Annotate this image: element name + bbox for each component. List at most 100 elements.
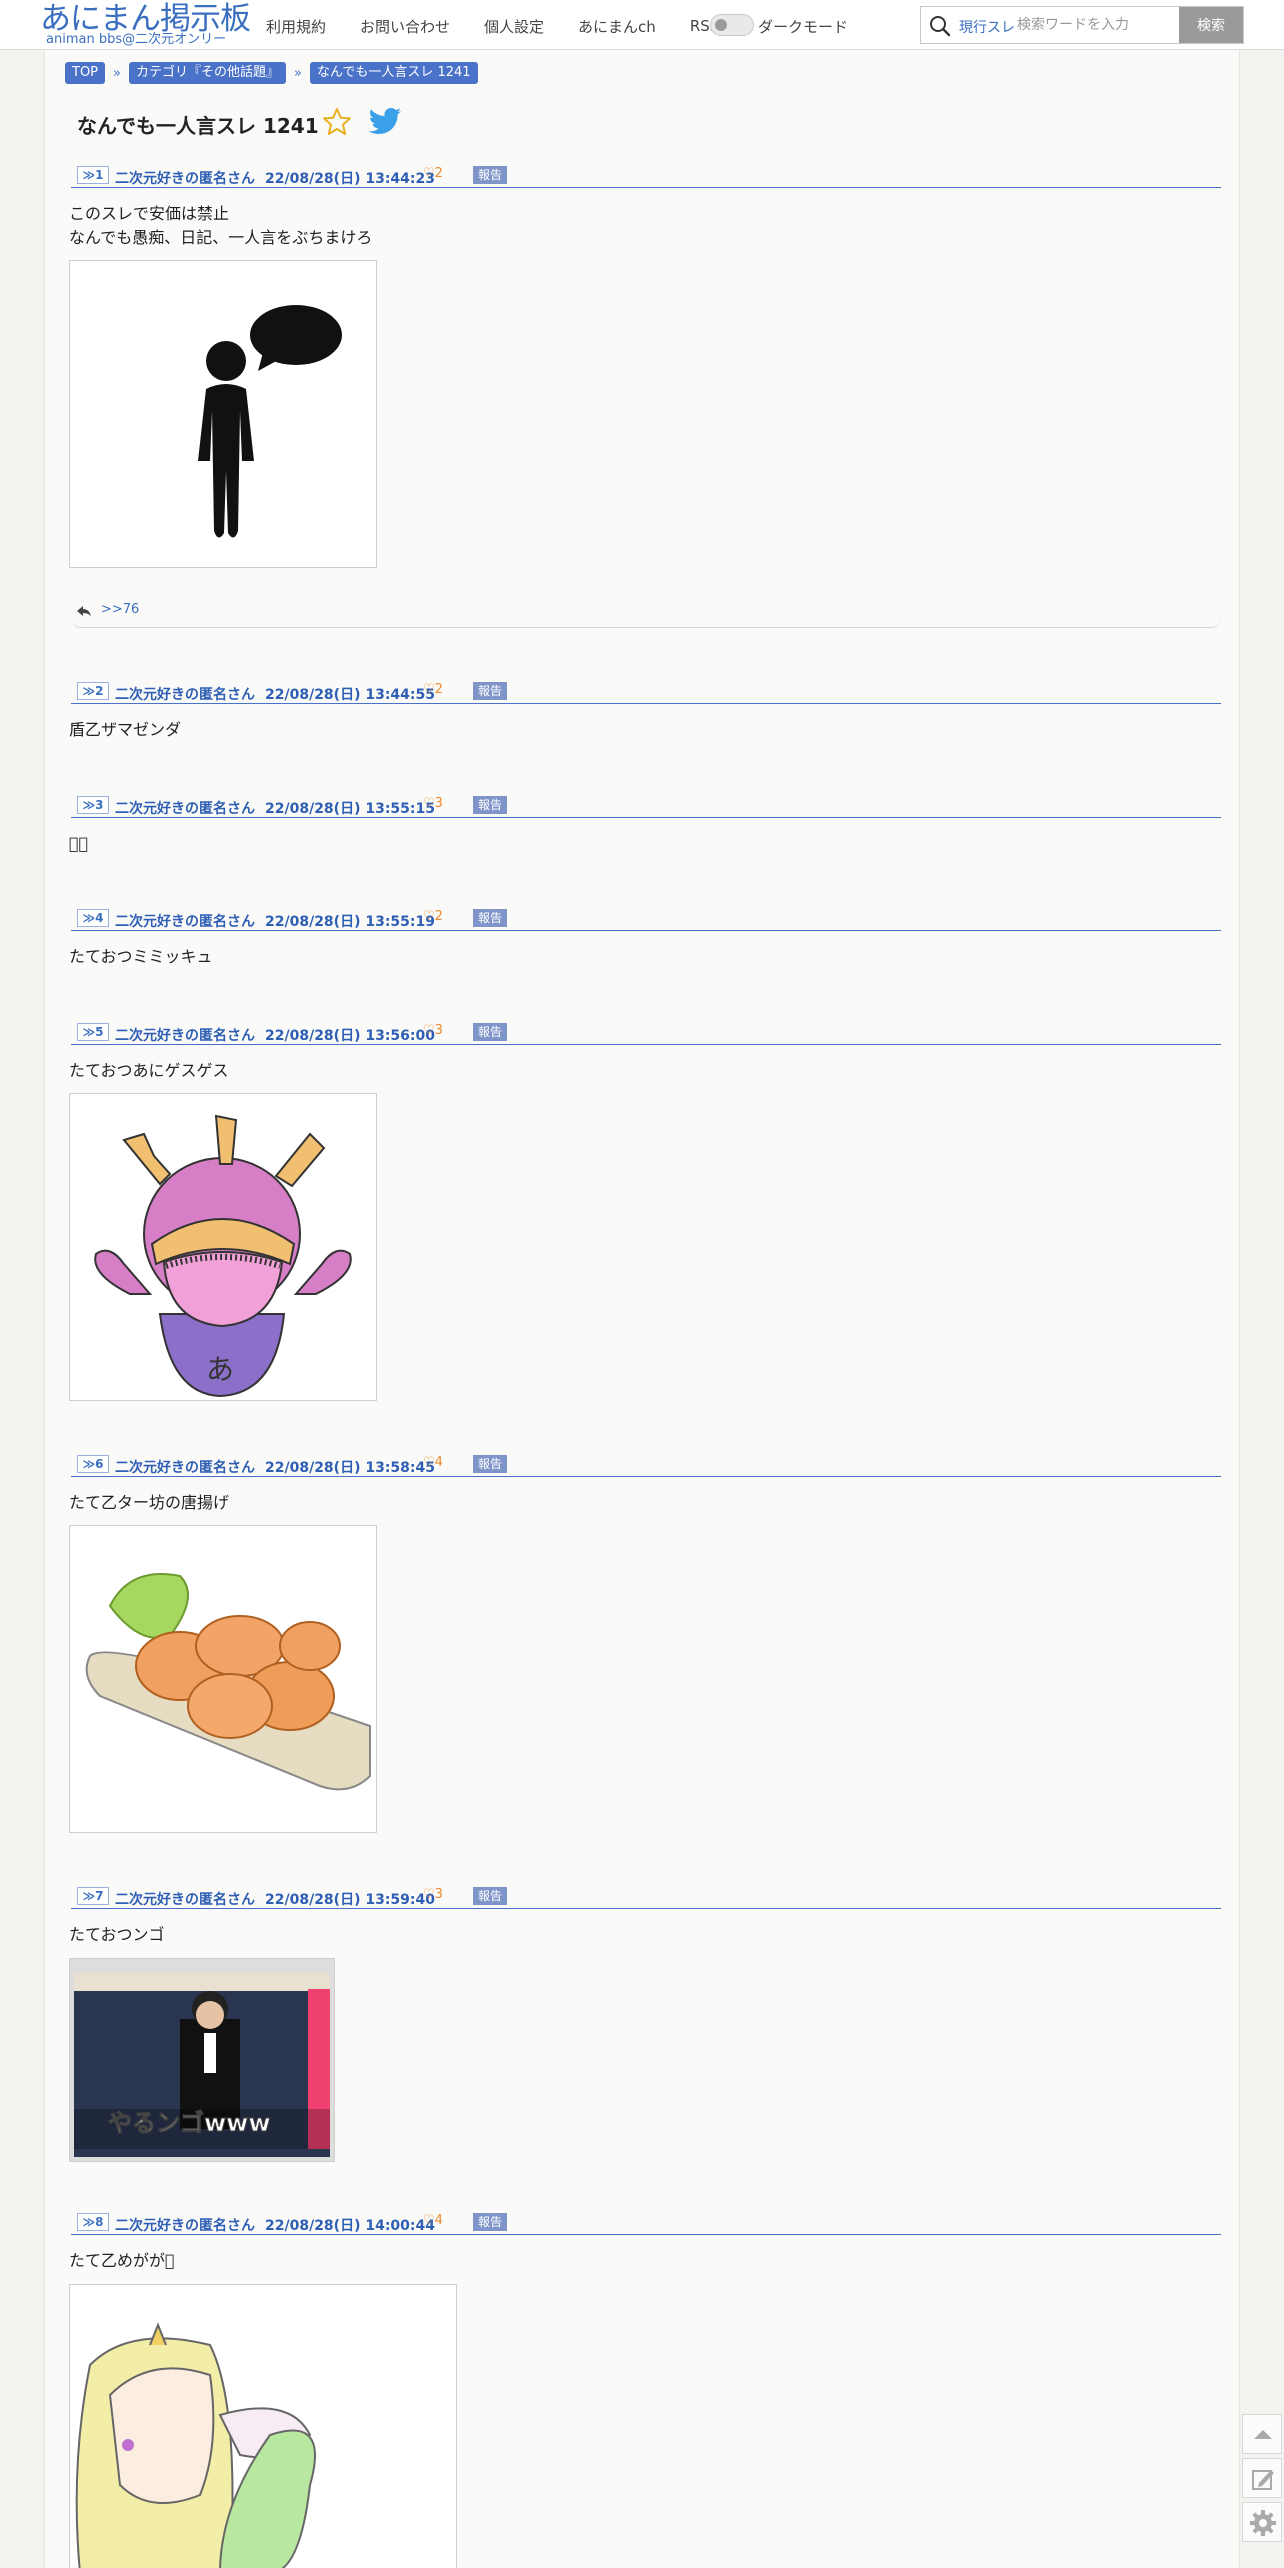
post-number[interactable]: ≫1: [77, 166, 109, 184]
like-count: 4: [434, 1455, 443, 1470]
girl-image: [70, 2285, 456, 2568]
reply-bar: >>76: [71, 598, 1221, 628]
search-icon: [930, 16, 951, 37]
poster-name: 二次元好きの匿名さん: [115, 171, 255, 187]
post-body: たて乙めがが􀀀: [69, 2251, 175, 2270]
poster-name: 二次元好きの匿名さん: [115, 687, 255, 703]
post-body: たておつあにゲスゲス: [69, 1061, 229, 1080]
breadcrumb-thread[interactable]: なんでも一人言スレ 1241: [309, 62, 478, 84]
post-number[interactable]: ≫5: [77, 1023, 109, 1041]
breadcrumb-separator: »: [113, 65, 121, 81]
poster-name: 二次元好きの匿名さん: [115, 1892, 255, 1908]
dark-mode-label: ダークモード: [758, 18, 849, 36]
like-count: 2: [434, 682, 443, 697]
arrow-up-icon: [1254, 2430, 1272, 2439]
reply-link[interactable]: >>76: [101, 602, 139, 617]
report-button[interactable]: 報告: [473, 682, 507, 700]
like-button[interactable]: ♡3: [423, 1023, 443, 1038]
like-button[interactable]: ♡2: [423, 166, 443, 181]
post-header: ≫2 二次元好きの匿名さん 22/08/28(日) 13:44:55 ♡2 報告: [71, 680, 1221, 704]
nav-contact[interactable]: お問い合わせ: [360, 16, 450, 37]
twitter-icon[interactable]: [367, 106, 403, 138]
monster-image: あ: [70, 1094, 376, 1400]
report-button[interactable]: 報告: [473, 796, 507, 814]
post-number[interactable]: ≫4: [77, 909, 109, 927]
post-header: ≫4 二次元好きの匿名さん 22/08/28(日) 13:55:19 ♡2 報告: [71, 907, 1221, 931]
post-number[interactable]: ≫6: [77, 1455, 109, 1473]
nav-animanch[interactable]: あにまんch: [578, 16, 656, 37]
post-header: ≫3 二次元好きの匿名さん 22/08/28(日) 13:55:15 ♡3 報告: [71, 794, 1221, 818]
star-icon[interactable]: [321, 106, 353, 138]
like-count: 3: [434, 796, 443, 811]
like-button[interactable]: ♡4: [423, 1455, 443, 1470]
poster-name: 二次元好きの匿名さん: [115, 1460, 255, 1476]
like-button[interactable]: ♡4: [423, 2213, 443, 2228]
post-body: たて乙ター坊の唐揚げ: [69, 1493, 230, 1512]
post-number[interactable]: ≫2: [77, 682, 109, 700]
post-header: ≫6 二次元好きの匿名さん 22/08/28(日) 13:58:45 ♡4 報告: [71, 1453, 1221, 1477]
like-count: 3: [434, 1887, 443, 1902]
nav-settings[interactable]: 個人設定: [484, 16, 544, 37]
thread-container: TOP » カテゴリ『その他話題』 » なんでも一人言スレ 1241 なんでも一…: [44, 50, 1240, 2568]
poster-name: 二次元好きの匿名さん: [115, 1028, 255, 1044]
post-image[interactable]: [69, 260, 377, 568]
post-header: ≫1 二次元好きの匿名さん 22/08/28(日) 13:44:23 ♡2 報告: [71, 164, 1221, 188]
dark-mode-toggle[interactable]: [710, 14, 754, 36]
poster-name: 二次元好きの匿名さん: [115, 2218, 255, 2234]
like-button[interactable]: ♡2: [423, 909, 443, 924]
like-button[interactable]: ♡3: [423, 1887, 443, 1902]
compose-button[interactable]: [1242, 2458, 1282, 2498]
post-body: たておつミミッキュ: [69, 947, 213, 966]
top-nav: 利用規約 お問い合わせ 個人設定 あにまんch RSS: [266, 15, 753, 37]
post-body: このスレで安価は禁止 なんでも愚痴、日記、一人言をぶちまけろ: [69, 204, 373, 247]
svg-text:あ: あ: [206, 1353, 234, 1386]
karaage-image: [70, 1526, 376, 1832]
breadcrumb-top[interactable]: TOP: [65, 62, 106, 84]
post-body: たておつンゴ: [69, 1925, 165, 1944]
like-button[interactable]: ♡2: [423, 682, 443, 697]
report-button[interactable]: 報告: [473, 1887, 507, 1905]
breadcrumb-category[interactable]: カテゴリ『その他話題』: [128, 62, 286, 84]
post-header: ≫5 二次元好きの匿名さん 22/08/28(日) 13:56:00 ♡3 報告: [71, 1021, 1221, 1045]
report-button[interactable]: 報告: [473, 1023, 507, 1041]
post-body: 􀀀􀀀: [69, 834, 89, 853]
post-date: 22/08/28(日) 13:56:00: [265, 1028, 435, 1044]
reply-arrow-icon: [77, 606, 91, 616]
like-count: 2: [434, 909, 443, 924]
post-image[interactable]: [69, 1525, 377, 1833]
tv-caption: やるンゴwww: [108, 2109, 271, 2137]
scroll-top-button[interactable]: [1242, 2414, 1282, 2454]
gear-icon: [1250, 2510, 1276, 2536]
speech-person-image: [198, 305, 342, 538]
search-scope[interactable]: 現行スレ: [959, 17, 1015, 37]
report-button[interactable]: 報告: [473, 909, 507, 927]
search-button[interactable]: 検索: [1179, 7, 1243, 43]
report-button[interactable]: 報告: [473, 1455, 507, 1473]
search-input[interactable]: [1017, 11, 1145, 39]
poster-name: 二次元好きの匿名さん: [115, 801, 255, 817]
report-button[interactable]: 報告: [473, 166, 507, 184]
toggle-knob: [715, 19, 727, 31]
post-image[interactable]: [69, 2284, 457, 2568]
post-body: 盾乙ザマゼンダ: [69, 720, 182, 739]
post-image[interactable]: やるンゴwww: [69, 1958, 335, 2162]
post-date: 22/08/28(日) 13:59:40: [265, 1892, 435, 1908]
search-bar: 現行スレ 検索: [920, 6, 1244, 44]
post-header: ≫7 二次元好きの匿名さん 22/08/28(日) 13:59:40 ♡3 報告: [71, 1885, 1221, 1909]
site-logo[interactable]: あにまん掲示板 animan bbs@二次元オンリー: [40, 0, 251, 50]
post-number[interactable]: ≫3: [77, 796, 109, 814]
post-number[interactable]: ≫8: [77, 2213, 109, 2231]
like-count: 2: [434, 166, 443, 181]
post-number[interactable]: ≫7: [77, 1887, 109, 1905]
report-button[interactable]: 報告: [473, 2213, 507, 2231]
edit-icon: [1252, 2470, 1274, 2490]
post-header: ≫8 二次元好きの匿名さん 22/08/28(日) 14:00:44 ♡4 報告: [71, 2211, 1221, 2235]
logo-subtitle: animan bbs@二次元オンリー: [46, 32, 227, 47]
breadcrumb-separator: »: [294, 65, 302, 81]
like-count: 3: [434, 1023, 443, 1038]
settings-button[interactable]: [1242, 2502, 1282, 2542]
like-button[interactable]: ♡3: [423, 796, 443, 811]
post-image[interactable]: あ: [69, 1093, 377, 1401]
nav-terms[interactable]: 利用規約: [266, 16, 326, 37]
post-date: 22/08/28(日) 13:58:45: [265, 1460, 435, 1476]
